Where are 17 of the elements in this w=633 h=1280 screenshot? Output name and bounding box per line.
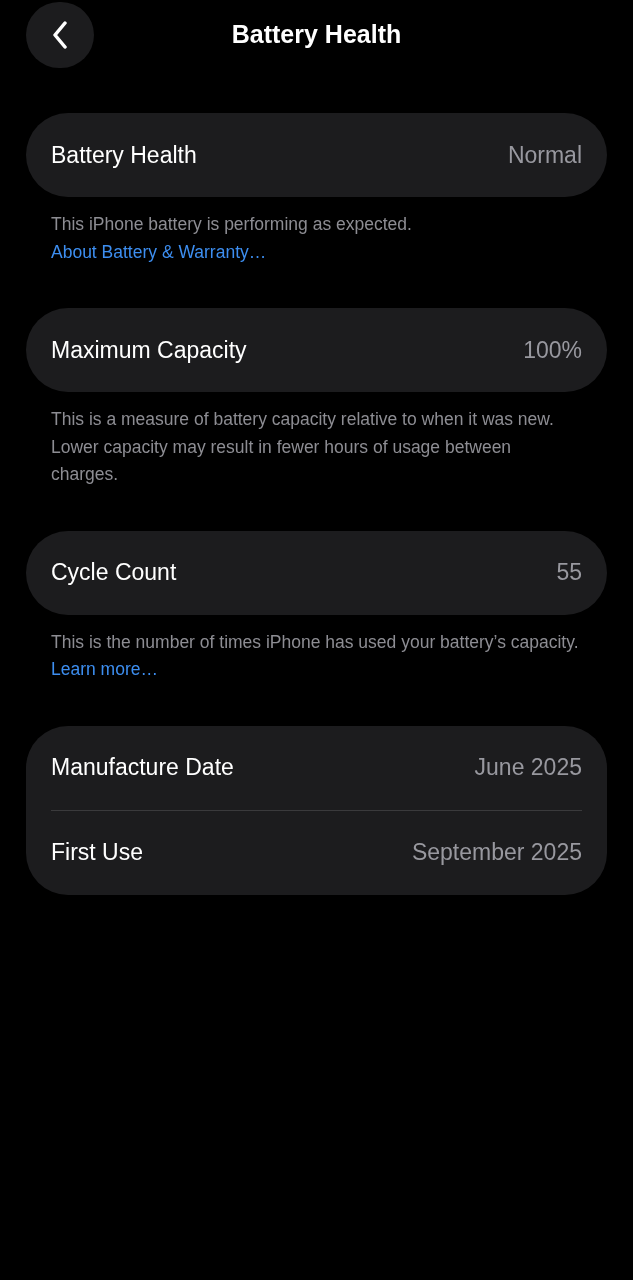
page-title: Battery Health — [231, 19, 402, 51]
row-value: 100% — [523, 335, 582, 365]
link[interactable]: Learn more… — [51, 659, 158, 679]
footer-note: This is the number of times iPhone has used your battery’s capacity. Learn more… — [50, 630, 580, 681]
link[interactable]: About Battery & Warranty… — [51, 241, 267, 262]
row-value: 55 — [556, 558, 582, 588]
row-label: Battery Health — [51, 140, 197, 170]
row-value: September 2025 — [411, 838, 582, 868]
row-label: Cycle Count — [51, 558, 177, 588]
footer-note: This iPhone battery is performing as expected. About Battery & Warranty… — [50, 213, 413, 264]
row-label: First Use — [51, 838, 143, 868]
footer-note: This is a measure of battery capacity relative to when it was new. Lower capacity may result in fewer hours of usage between charges. — [50, 408, 555, 486]
row-label: Maximum Capacity — [51, 335, 247, 365]
row-label: Manufacture Date — [51, 753, 234, 783]
row-value: Normal — [507, 140, 582, 170]
row-value: June 2025 — [474, 753, 582, 783]
back-icon — [52, 21, 68, 49]
